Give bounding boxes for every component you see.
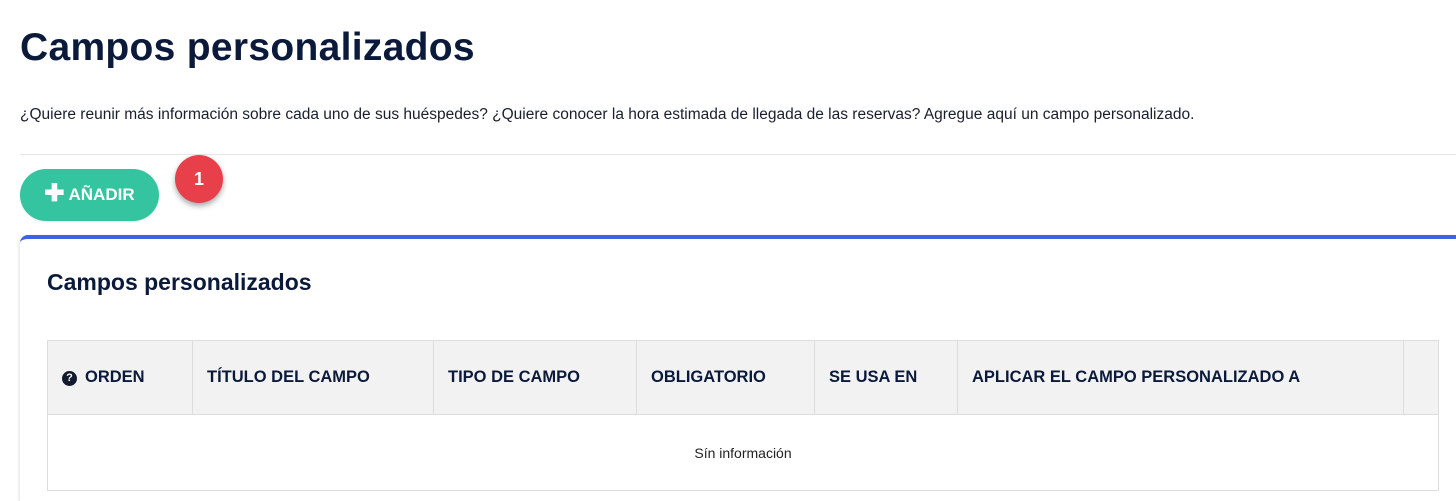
- divider: [20, 154, 1456, 155]
- column-header-se-usa-en[interactable]: SE USA EN: [814, 340, 958, 415]
- page-description: ¿Quiere reunir más información sobre cad…: [20, 106, 1195, 123]
- column-header-orden[interactable]: ? ORDEN: [47, 340, 193, 415]
- column-header-label: OBLIGATORIO: [651, 368, 766, 386]
- page: Campos personalizados ¿Quiere reunir más…: [0, 0, 1456, 501]
- table-header-row: ? ORDEN TÍTULO DEL CAMPO TIPO DE CAMPO OB…: [47, 340, 1439, 415]
- column-header-label: ORDEN: [85, 368, 145, 386]
- plus-icon: ✚: [44, 180, 65, 207]
- empty-message: Sín información: [47, 414, 1439, 491]
- table-row: Sín información: [47, 414, 1439, 491]
- add-button-label: AÑADIR: [68, 185, 135, 204]
- column-header-label: APLICAR EL CAMPO PERSONALIZADO A: [972, 368, 1301, 386]
- column-header-titulo[interactable]: TÍTULO DEL CAMPO: [192, 340, 434, 415]
- column-header-obligatorio[interactable]: OBLIGATORIO: [636, 340, 815, 415]
- column-header-label: SE USA EN: [829, 368, 918, 386]
- column-header-actions: [1403, 340, 1439, 415]
- custom-fields-card: Campos personalizados ? ORDEN TÍTULO DEL …: [20, 235, 1456, 501]
- add-button[interactable]: ✚ AÑADIR: [20, 169, 159, 221]
- column-header-aplicar[interactable]: APLICAR EL CAMPO PERSONALIZADO A: [957, 340, 1404, 415]
- question-circle-icon[interactable]: ?: [62, 370, 77, 386]
- page-title: Campos personalizados: [20, 26, 475, 69]
- custom-fields-table: ? ORDEN TÍTULO DEL CAMPO TIPO DE CAMPO OB…: [47, 340, 1439, 491]
- column-header-label: TIPO DE CAMPO: [448, 368, 581, 386]
- column-header-label: TÍTULO DEL CAMPO: [207, 368, 370, 386]
- column-header-tipo[interactable]: TIPO DE CAMPO: [433, 340, 637, 415]
- step-badge: 1: [175, 155, 223, 203]
- card-title: Campos personalizados: [47, 269, 312, 295]
